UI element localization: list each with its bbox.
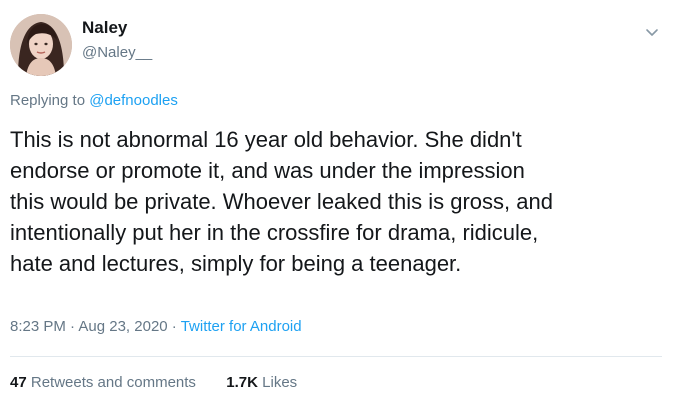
tweet-text-line: intentionally put her in the crossfire f… (10, 220, 539, 245)
tweet-text-line: hate and lectures, simply for being a te… (10, 251, 462, 276)
author-name[interactable]: Naley (82, 18, 127, 38)
author-handle[interactable]: @Naley__ (82, 44, 152, 61)
reply-prefix: Replying to (10, 92, 86, 109)
tweet-card: Naley @Naley__ Replying to @defnoodles T… (0, 0, 680, 410)
avatar[interactable] (10, 14, 72, 76)
tweet-stats: 47 Retweets and comments 1.7K Likes (10, 374, 297, 391)
avatar-photo-icon (10, 14, 72, 76)
reply-context: Replying to @defnoodles (10, 92, 178, 109)
meta-separator: · (167, 318, 181, 335)
tweet-text-line: This is not abnormal 16 year old behavio… (10, 127, 522, 152)
tweet-text-line: this would be private. Whoever leaked th… (10, 189, 553, 214)
retweets-label: Retweets and comments (30, 374, 196, 391)
likes-label: Likes (262, 374, 298, 391)
retweets-stat[interactable]: 47 Retweets and comments (10, 374, 200, 391)
tweet-text-line: endorse or promote it, and was under the… (10, 158, 525, 183)
tweet-meta: 8:23 PM · Aug 23, 2020 · Twitter for And… (10, 318, 302, 335)
divider (10, 356, 662, 357)
chevron-down-icon[interactable] (642, 22, 662, 42)
tweet-text: This is not abnormal 16 year old behavio… (10, 124, 660, 279)
retweets-count: 47 (10, 374, 27, 391)
likes-stat[interactable]: 1.7K Likes (222, 374, 297, 391)
tweet-source-link[interactable]: Twitter for Android (181, 318, 302, 335)
meta-separator: · (65, 318, 79, 335)
likes-count: 1.7K (226, 374, 258, 391)
reply-to-link[interactable]: @defnoodles (89, 92, 178, 109)
tweet-date[interactable]: Aug 23, 2020 (78, 318, 167, 335)
tweet-time[interactable]: 8:23 PM (10, 318, 66, 335)
